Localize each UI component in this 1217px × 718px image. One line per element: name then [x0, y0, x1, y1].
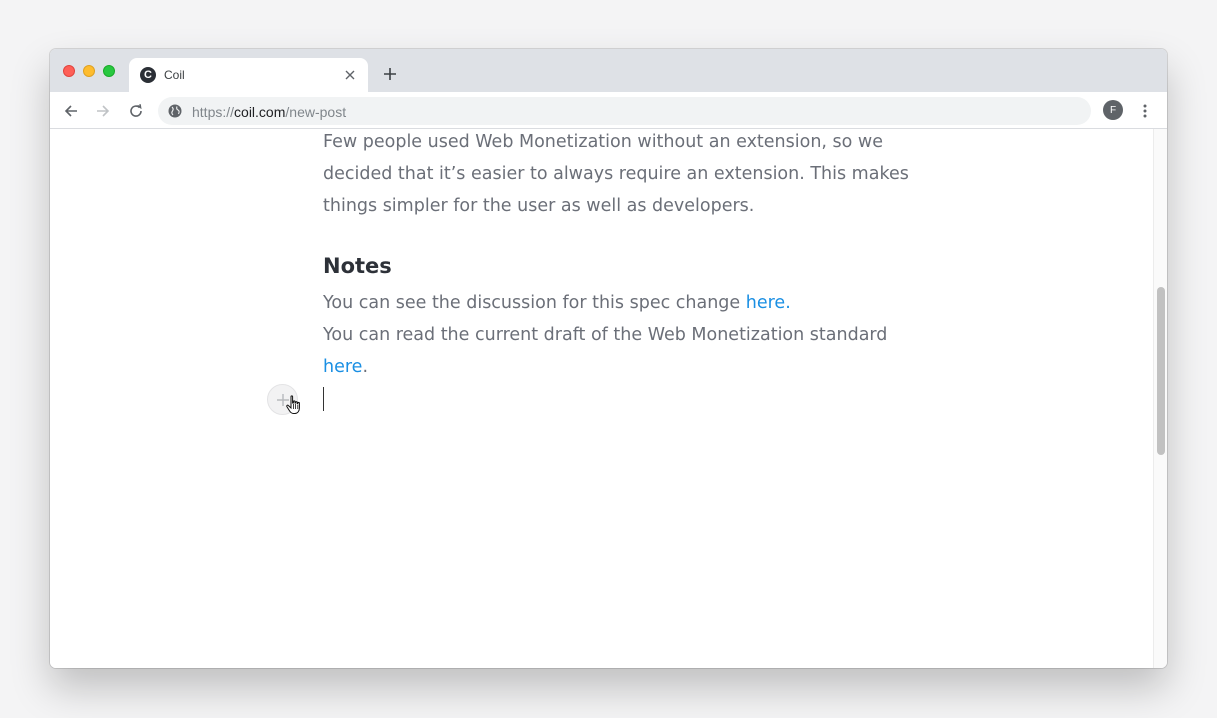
- vertical-scrollbar[interactable]: [1153, 129, 1167, 668]
- hand-pointer-icon: [286, 395, 300, 414]
- discussion-period: .: [785, 293, 791, 313]
- url-host: coil.com: [234, 104, 286, 120]
- notes-heading[interactable]: Notes: [323, 254, 392, 278]
- url-text: https://coil.com/new-post: [192, 104, 346, 120]
- draft-standard-link[interactable]: here: [323, 357, 362, 377]
- intro-paragraph[interactable]: Few people used Web Monetization without…: [323, 129, 923, 222]
- forward-button[interactable]: [91, 99, 115, 123]
- profile-avatar[interactable]: F: [1103, 100, 1123, 120]
- draft-text: You can read the current draft of the We…: [323, 325, 888, 345]
- discussion-text: You can see the discussion for this spec…: [323, 293, 746, 313]
- tab-close-button[interactable]: [341, 66, 359, 84]
- scrollbar-thumb[interactable]: [1157, 287, 1165, 455]
- close-icon: [345, 70, 355, 80]
- close-window-button[interactable]: [63, 65, 75, 77]
- globe-icon: [168, 104, 182, 118]
- draft-period: .: [362, 357, 369, 377]
- notes-paragraph[interactable]: You can see the discussion for this spec…: [323, 287, 923, 383]
- tab-strip: C Coil: [50, 49, 1167, 92]
- browser-window: C Coil https://coil.com/new-post F Few p…: [50, 49, 1167, 668]
- tab-title: Coil: [164, 68, 185, 82]
- kebab-menu-icon: [1143, 104, 1147, 118]
- new-tab-button[interactable]: [379, 63, 401, 85]
- minimize-window-button[interactable]: [83, 65, 95, 77]
- discussion-link[interactable]: here: [746, 293, 785, 313]
- coil-favicon-icon: C: [140, 67, 156, 83]
- browser-menu-button[interactable]: [1135, 99, 1155, 123]
- plus-icon: [384, 68, 396, 80]
- reload-icon: [130, 104, 142, 117]
- url-scheme: https://: [192, 104, 235, 120]
- text-caret: [323, 387, 324, 411]
- tab-coil[interactable]: C Coil: [129, 58, 368, 92]
- reload-button[interactable]: [124, 99, 148, 123]
- maximize-window-button[interactable]: [103, 65, 115, 77]
- address-bar[interactable]: https://coil.com/new-post: [158, 97, 1091, 125]
- url-path: /new-post: [285, 104, 347, 120]
- browser-toolbar: https://coil.com/new-post F: [50, 92, 1167, 129]
- back-icon: [64, 105, 77, 117]
- forward-icon: [97, 105, 110, 117]
- page-content: Few people used Web Monetization without…: [50, 129, 1153, 668]
- back-button[interactable]: [59, 99, 83, 123]
